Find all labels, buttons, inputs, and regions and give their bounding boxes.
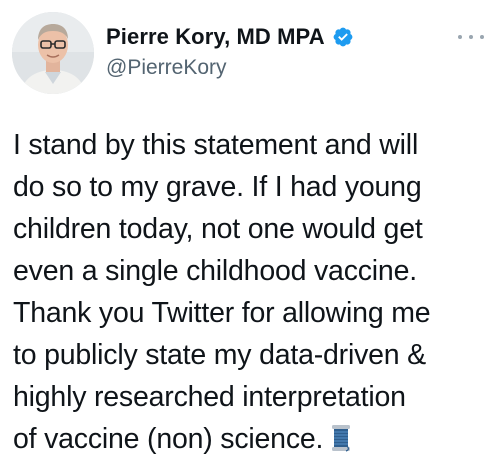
tweet-text-line: I stand by this statement and will <box>13 129 419 161</box>
tweet-header: Pierre Kory, MD MPA @PierreKory <box>12 8 488 98</box>
tweet-text-line: children today, not one would get <box>13 213 423 245</box>
display-name-row: Pierre Kory, MD MPA <box>106 22 426 52</box>
verified-badge-icon <box>332 26 354 48</box>
more-options-icon[interactable] <box>458 30 484 44</box>
author-handle[interactable]: @PierreKory <box>106 56 426 80</box>
avatar-photo <box>12 12 94 94</box>
tweet-text-line: to publicly state my data-driven & <box>13 339 426 371</box>
display-name[interactable]: Pierre Kory, MD MPA <box>106 24 325 50</box>
tweet-text-last-line: of vaccine (non) science. <box>13 418 491 460</box>
tweet-text-line: highly researched interpretation <box>13 381 406 413</box>
more-dot <box>458 35 462 39</box>
tweet-text: I stand by this statement and will do so… <box>13 124 491 460</box>
more-dot <box>480 35 484 39</box>
tweet-text-line: do so to my grave. If I had young <box>13 171 422 203</box>
avatar[interactable] <box>12 12 94 94</box>
tweet-card: Pierre Kory, MD MPA @PierreKory I stand … <box>0 0 500 465</box>
author-names: Pierre Kory, MD MPA @PierreKory <box>106 22 426 80</box>
spool-of-thread-emoji <box>331 422 351 452</box>
tweet-text-line: Thank you Twitter for allowing me <box>13 297 431 329</box>
tweet-text-line: even a single childhood vaccine. <box>13 255 417 287</box>
tweet-text-line: of vaccine (non) science. <box>13 423 324 455</box>
more-dot <box>469 35 473 39</box>
